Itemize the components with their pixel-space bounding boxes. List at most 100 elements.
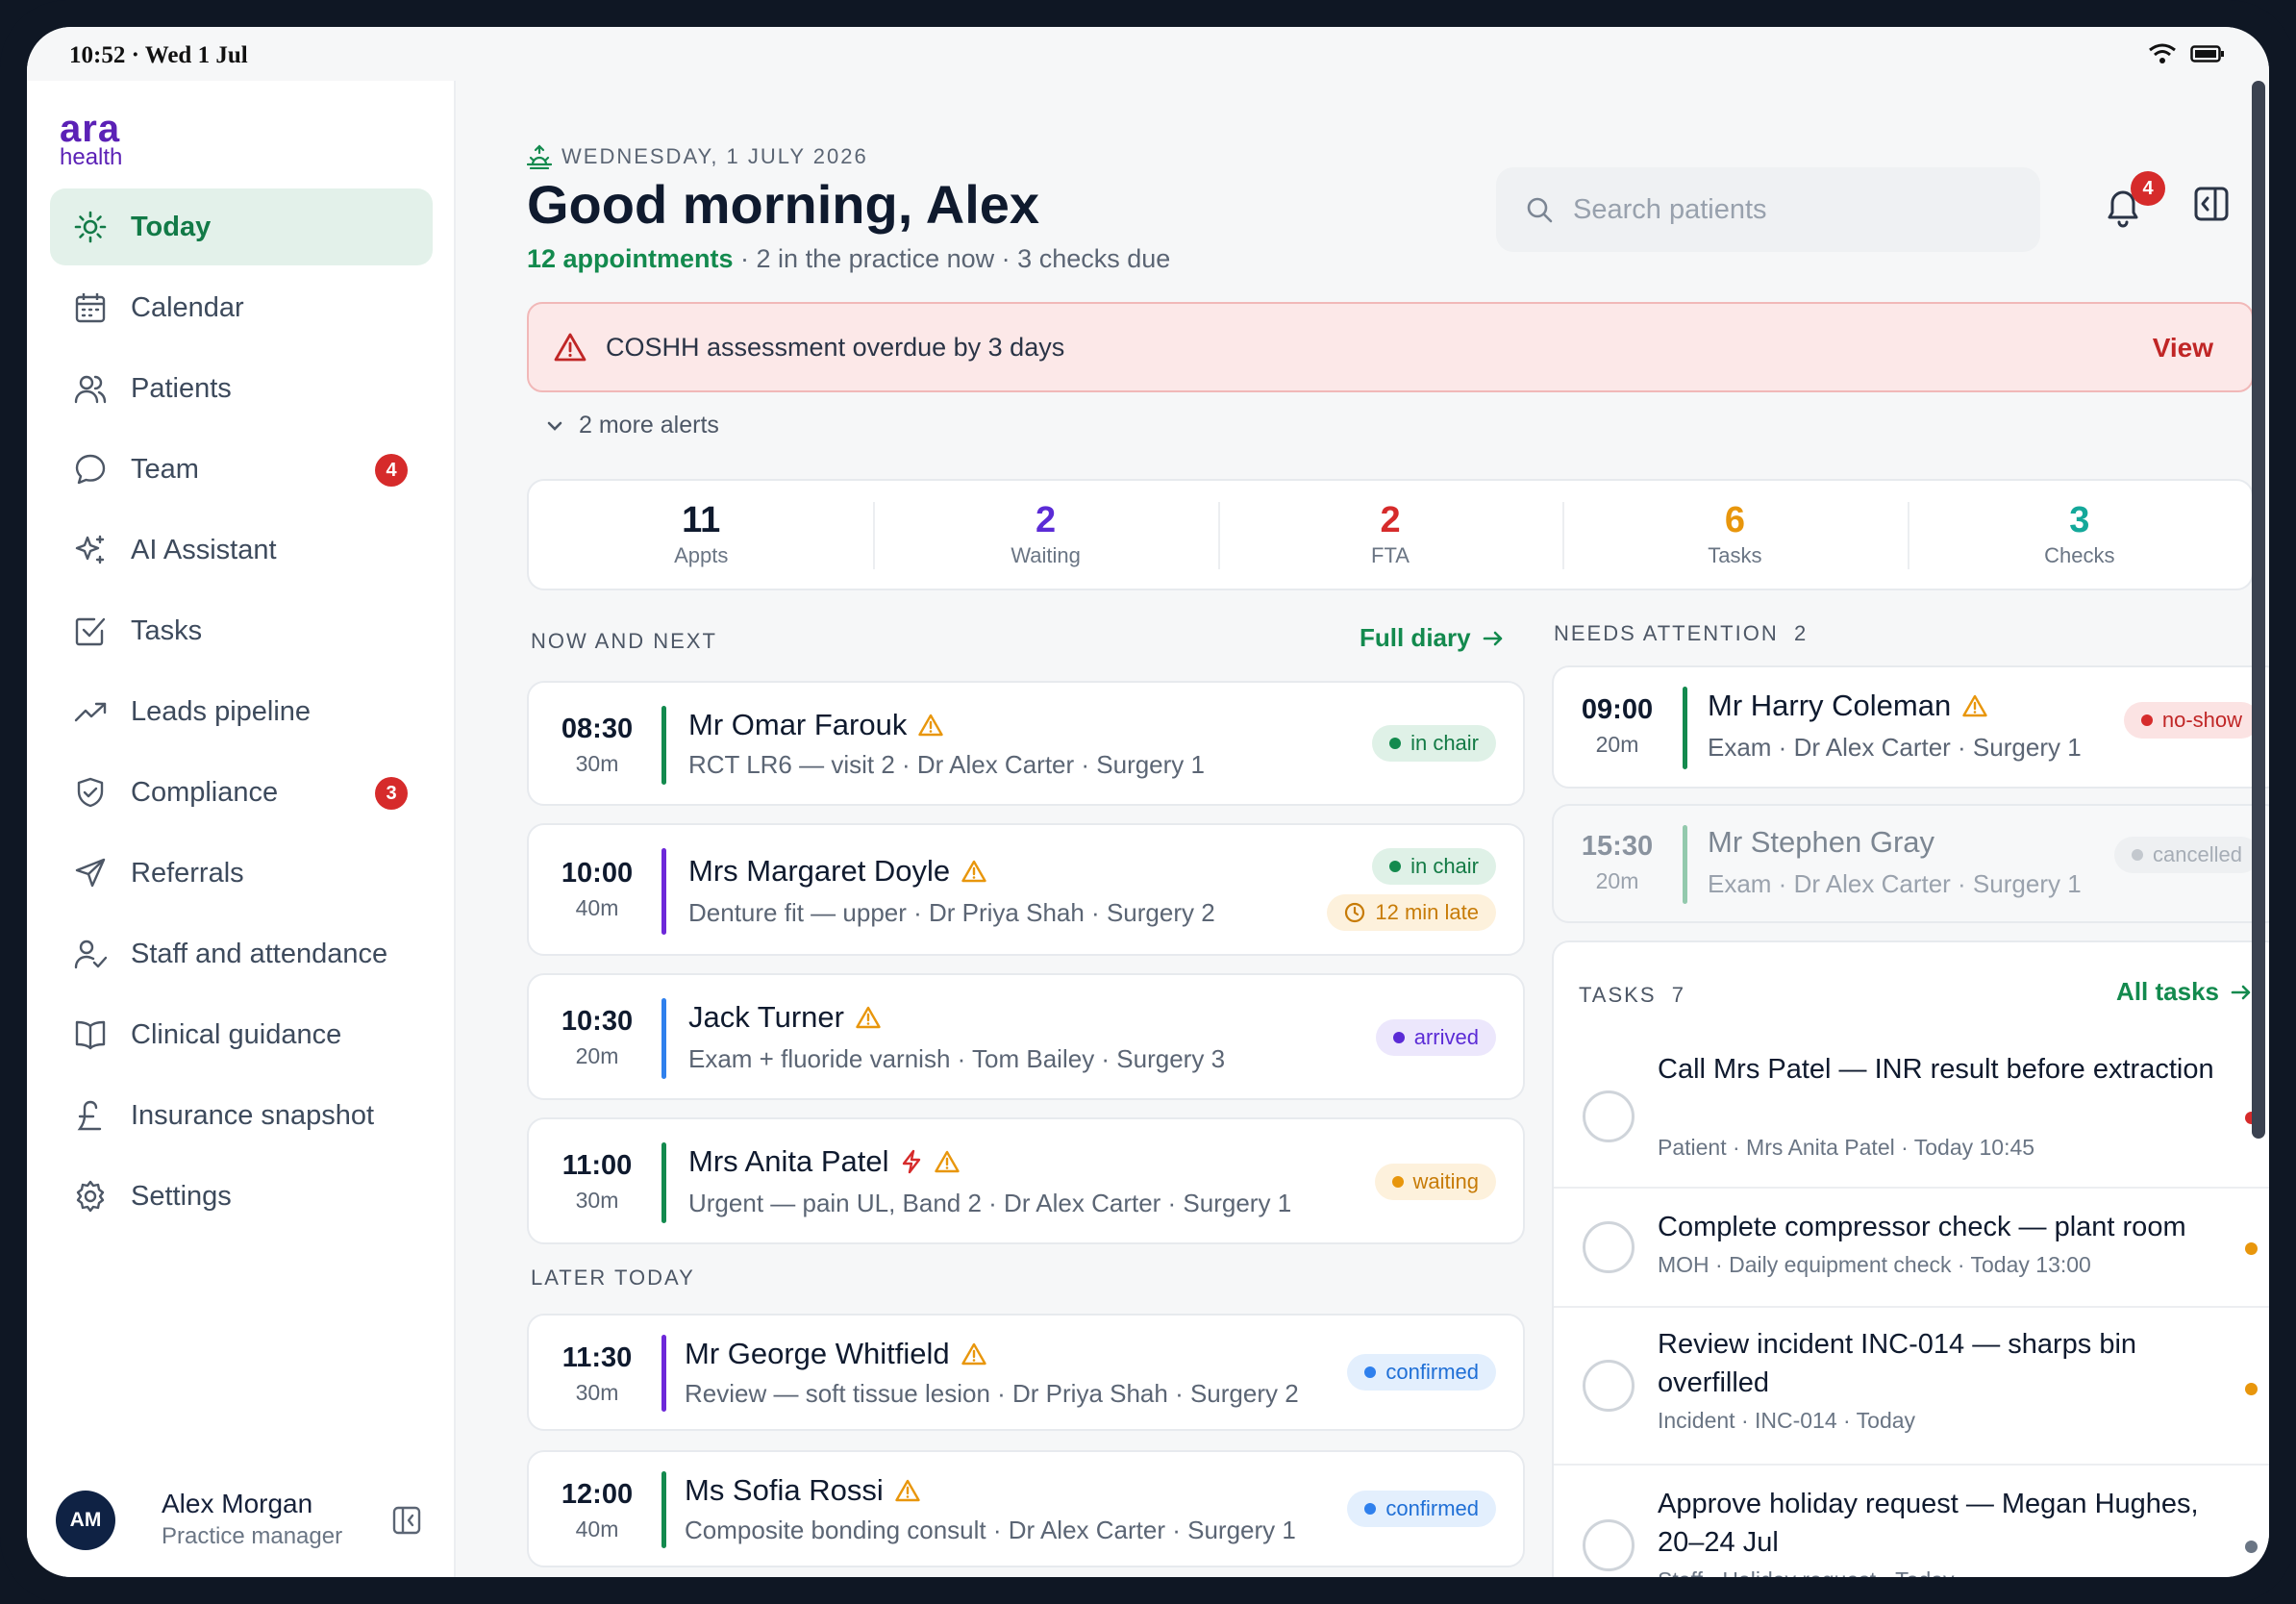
sidebar-item-patients[interactable]: Patients: [50, 350, 433, 427]
collapse-sidebar-icon[interactable]: [392, 1506, 421, 1540]
sidebar-item-staff-attendance[interactable]: Staff and attendance: [50, 915, 433, 992]
late-text: 12 min late: [1375, 900, 1479, 924]
status-badge: confirmed: [1347, 1491, 1496, 1527]
sidebar-item-settings[interactable]: Settings: [50, 1158, 433, 1235]
appointment-detail: Composite bonding consult · Dr Alex Cart…: [685, 1516, 1296, 1544]
clock-icon: [1345, 902, 1365, 923]
status-text: in chair: [1410, 731, 1479, 755]
chat-icon: [71, 450, 110, 489]
duration-text: 30m: [575, 1380, 619, 1405]
appointment-color-bar: [661, 1335, 666, 1412]
appointment-time: 09:00 20m: [1554, 694, 1681, 758]
task-title: Review incident INC-014 — sharps bin ove…: [1658, 1329, 2137, 1398]
appointment-card[interactable]: 11:00 30m Mrs Anita Patel Urgent — pain U…: [527, 1117, 1525, 1244]
sidebar-item-team[interactable]: Team 4: [50, 431, 433, 508]
warning-icon: [918, 714, 944, 737]
sidebar-item-calendar[interactable]: Calendar: [50, 269, 433, 346]
task-item[interactable]: Complete compressor check — plant room M…: [1554, 1187, 2269, 1306]
task-checkbox[interactable]: [1583, 1221, 1635, 1273]
status-text: waiting: [1412, 1169, 1479, 1193]
appointment-color-bar: [1683, 687, 1687, 769]
status-badge: arrived: [1375, 1019, 1496, 1056]
stat-tasks[interactable]: 6 Tasks: [1562, 481, 1907, 589]
brand-logo[interactable]: ara health: [60, 110, 122, 169]
sidebar-item-compliance[interactable]: Compliance 3: [50, 754, 433, 831]
sidebar-item-label: Tasks: [131, 614, 203, 646]
user-name: Alex Morgan: [162, 1489, 313, 1518]
appointment-card[interactable]: 10:00 40m Mrs Margaret Doyle Denture fit …: [527, 823, 1525, 956]
stat-label: Waiting: [1011, 543, 1081, 567]
appointment-color-bar: [661, 848, 666, 935]
sidebar-item-today[interactable]: Today: [50, 188, 433, 265]
tasks-heading: TASKS 7: [1579, 983, 1685, 1008]
gear-icon: [71, 1177, 110, 1216]
user-profile[interactable]: AM Alex Morgan Practice manager: [56, 1485, 440, 1552]
warning-icon: [961, 860, 986, 883]
arrow-right-icon: [1483, 631, 1502, 645]
notifications-badge: 4: [2131, 171, 2165, 206]
toggle-panel-button[interactable]: [2194, 187, 2229, 226]
brand-logo-sub: health: [60, 144, 123, 170]
alert-view-button[interactable]: View: [2153, 333, 2213, 363]
sidebar-item-label: Today: [131, 211, 212, 242]
arrow-right-icon: [2231, 985, 2251, 999]
compliance-badge: 3: [375, 777, 408, 810]
sidebar-item-tasks[interactable]: Tasks: [50, 592, 433, 669]
stat-appts[interactable]: 11 Appts: [529, 481, 873, 589]
summary-text: · 2 in the practice now · 3 checks due: [733, 244, 1171, 273]
appointment-time: 12:00 40m: [529, 1479, 665, 1542]
all-tasks-link[interactable]: All tasks: [2116, 977, 2252, 1007]
sidebar-item-ai-assistant[interactable]: AI Assistant: [50, 512, 433, 589]
appointment-time: 11:30 30m: [529, 1342, 665, 1406]
warning-icon: [856, 1006, 881, 1029]
stat-checks[interactable]: 3 Checks: [1907, 481, 2252, 589]
sun-icon: [71, 208, 110, 246]
attention-card[interactable]: 09:00 20m Mr Harry Coleman Exam · Dr Ale…: [1552, 665, 2269, 789]
task-item[interactable]: Review incident INC-014 — sharps bin ove…: [1554, 1306, 2269, 1464]
appointment-card[interactable]: 12:00 40m Ms Sofia Rossi Composite bondin…: [527, 1450, 1525, 1567]
tasks-card: TASKS 7 All tasks Call Mrs Patel — INR r…: [1552, 940, 2269, 1577]
sidebar-item-clinical-guidance[interactable]: Clinical guidance: [50, 996, 433, 1073]
appointment-time: 10:00 40m: [529, 858, 665, 921]
status-dot: [1364, 1503, 1377, 1515]
duration-text: 40m: [575, 895, 619, 920]
status-dot: [1391, 1176, 1404, 1188]
patient-name: Mr Stephen Gray: [1708, 825, 1935, 859]
appointments-count[interactable]: 12 appointments: [527, 244, 734, 273]
patient-name: Mrs Margaret Doyle: [688, 854, 951, 888]
sidebar-item-insurance-snapshot[interactable]: Insurance snapshot: [50, 1077, 433, 1154]
sidebar-item-leads-pipeline[interactable]: Leads pipeline: [50, 673, 433, 750]
scrollbar[interactable]: [2252, 81, 2265, 1139]
pound-icon: [71, 1096, 110, 1135]
appointment-card[interactable]: 10:30 20m Jack Turner Exam + fluoride var…: [527, 973, 1525, 1100]
appointment-detail: Exam + fluoride varnish · Tom Bailey · S…: [688, 1044, 1226, 1073]
sidebar-item-label: Calendar: [131, 291, 244, 323]
status-dot: [1392, 1032, 1405, 1043]
task-item[interactable]: Approve holiday request — Megan Hughes, …: [1554, 1464, 2269, 1577]
patient-name-row: Mr Omar Farouk: [688, 708, 944, 742]
notifications-button[interactable]: 4: [2104, 171, 2165, 235]
task-checkbox[interactable]: [1583, 1519, 1635, 1571]
task-meta: Staff · Holiday request · Today: [1658, 1567, 1955, 1577]
sidebar-item-referrals[interactable]: Referrals: [50, 835, 433, 912]
task-checkbox[interactable]: [1583, 1360, 1635, 1412]
sidebar-item-label: Referrals: [131, 857, 244, 889]
sparkle-icon: [71, 531, 110, 569]
appointment-card[interactable]: 11:30 30m Mr George Whitfield Review — so…: [527, 1314, 1525, 1431]
lightning-icon: [903, 1149, 921, 1174]
task-title: Complete compressor check — plant room: [1658, 1212, 2186, 1242]
task-item[interactable]: Call Mrs Patel — INR result before extra…: [1554, 1031, 2269, 1187]
stat-fta[interactable]: 2 FTA: [1217, 481, 1562, 589]
task-checkbox[interactable]: [1583, 1090, 1635, 1142]
search-input[interactable]: Search patients: [1496, 167, 2040, 252]
status-badge: cancelled: [2114, 837, 2259, 873]
attention-card[interactable]: 15:30 20m Mr Stephen Gray Exam · Dr Alex…: [1552, 804, 2269, 923]
send-icon: [71, 854, 110, 892]
stat-waiting[interactable]: 2 Waiting: [873, 481, 1217, 589]
more-alerts-toggle[interactable]: 2 more alerts: [546, 412, 719, 439]
calendar-icon: [71, 288, 110, 327]
task-title: Approve holiday request — Megan Hughes, …: [1658, 1489, 2199, 1558]
full-diary-link[interactable]: Full diary: [1360, 623, 1504, 653]
sidebar-item-label: Clinical guidance: [131, 1018, 342, 1050]
appointment-card[interactable]: 08:30 30m Mr Omar Farouk RCT LR6 — visit …: [527, 681, 1525, 806]
